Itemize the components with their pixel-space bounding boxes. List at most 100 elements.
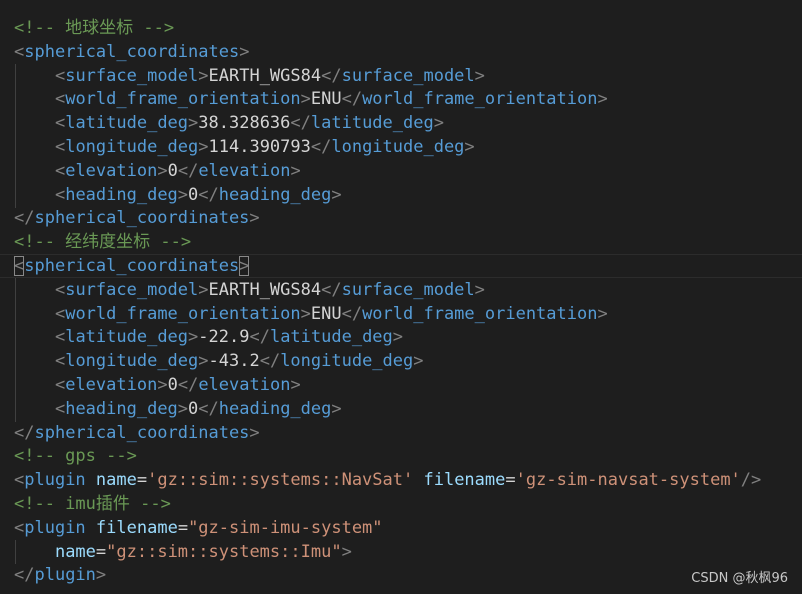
code-token-attr: name [95, 470, 137, 490]
code-token-punc: </ [310, 137, 332, 157]
code-token-punc: < [54, 280, 66, 300]
code-line[interactable]: <plugin name='gz::sim::systems::NavSat' … [14, 468, 761, 492]
code-line[interactable]: </spherical_coordinates> [14, 206, 260, 230]
code-token-comment: <!-- gps --> [14, 446, 137, 466]
code-token-punc: > [474, 280, 485, 300]
code-token-punc: > [464, 137, 475, 157]
code-token-tag: latitude_deg [65, 327, 189, 347]
code-token-tag: world_frame_orientation [362, 89, 598, 109]
code-line[interactable]: <surface_model>EARTH_WGS84</surface_mode… [14, 64, 485, 88]
code-token-punc: < [14, 518, 25, 538]
code-line[interactable]: <longitude_deg>-43.2</longitude_deg> [14, 349, 424, 373]
code-token-punc: </ [259, 351, 281, 371]
code-token-tag: surface_model [65, 66, 199, 86]
code-token-punc: > [95, 565, 107, 585]
code-token-punc: < [54, 185, 66, 205]
code-token-text: 114.390793 [208, 137, 311, 157]
code-token-punc: > [290, 375, 301, 395]
code-token-tag: longitude_deg [65, 351, 199, 371]
code-token-punc: < [54, 66, 66, 86]
code-token-punc: > [341, 542, 352, 562]
code-token-punc: > [157, 375, 168, 395]
code-token-punc: > [198, 280, 209, 300]
code-token-tag: spherical_coordinates [34, 423, 250, 443]
code-token-eq: = [136, 470, 148, 490]
code-token-punc: < [54, 137, 66, 157]
code-line[interactable]: <latitude_deg>-22.9</latitude_deg> [14, 325, 403, 349]
code-token-punc: > [157, 161, 168, 181]
code-token-text: 0 [188, 185, 199, 205]
code-token-tag: spherical_coordinates [24, 256, 240, 276]
code-token-comment: <!-- 地球坐标 --> [14, 18, 175, 38]
code-token-tag: elevation [65, 161, 158, 181]
code-line[interactable]: <heading_deg>0</heading_deg> [14, 397, 342, 421]
code-token-text: 38.328636 [198, 113, 291, 133]
code-editor[interactable]: <!-- 地球坐标 --> <spherical_coordinates> <su… [0, 0, 802, 594]
code-token-punc: > [249, 423, 260, 443]
code-token-tag: longitude_deg [331, 137, 465, 157]
code-line[interactable]: <elevation>0</elevation> [14, 159, 301, 183]
code-token-tag: latitude_deg [269, 327, 393, 347]
code-line[interactable]: <!-- gps --> [14, 444, 137, 468]
code-token-tag: elevation [198, 161, 291, 181]
code-token-punc: > [188, 113, 199, 133]
code-token-punc: </ [14, 208, 35, 228]
code-token-punc: </ [177, 161, 199, 181]
code-token-punc: </ [290, 113, 311, 133]
code-line[interactable]: <world_frame_orientation>ENU</world_fram… [14, 87, 608, 111]
code-token-tag: elevation [65, 375, 158, 395]
code-line[interactable]: </spherical_coordinates> [14, 421, 260, 445]
code-token-attr: filename [95, 518, 178, 538]
code-token-punc: </ [341, 304, 363, 324]
code-token-text: -43.2 [208, 351, 260, 371]
code-line[interactable]: <latitude_deg>38.328636</latitude_deg> [14, 111, 444, 135]
code-token-punc: < [54, 399, 66, 419]
code-line[interactable]: <spherical_coordinates> [14, 40, 249, 64]
code-token-text: ENU [310, 89, 342, 109]
code-token-tag: surface_model [341, 280, 475, 300]
code-token-punc: < [54, 304, 66, 324]
code-token-text: 0 [167, 161, 178, 181]
code-token-comment: <!-- 经纬度坐标 --> [14, 232, 192, 252]
code-token-tag: spherical_coordinates [24, 42, 240, 62]
code-token-tag: latitude_deg [310, 113, 434, 133]
code-line[interactable]: <surface_model>EARTH_WGS84</surface_mode… [14, 278, 485, 302]
code-line[interactable]: <!-- 地球坐标 --> [14, 16, 174, 40]
code-token-text: EARTH_WGS84 [208, 66, 322, 86]
code-token-tag: plugin [34, 565, 96, 585]
code-line[interactable]: <plugin filename="gz-sim-imu-system" [14, 516, 383, 540]
code-token-tag: elevation [198, 375, 291, 395]
code-token-tag: plugin [24, 470, 86, 490]
code-line[interactable]: <world_frame_orientation>ENU</world_fram… [14, 302, 608, 326]
code-token-punc: > [392, 327, 404, 347]
code-line[interactable]: <!-- imu插件 --> [14, 492, 171, 516]
code-line[interactable]: <elevation>0</elevation> [14, 373, 301, 397]
code-token-punc: > [198, 137, 209, 157]
code-token-punc: > [300, 304, 311, 324]
code-token-punc: < [14, 256, 25, 276]
code-line[interactable]: <longitude_deg>114.390793</longitude_deg… [14, 135, 475, 159]
code-token-text: 0 [167, 375, 178, 395]
code-token-punc: > [413, 351, 424, 371]
code-line[interactable]: </plugin> [14, 563, 106, 587]
code-line[interactable]: <!-- 经纬度坐标 --> [14, 230, 191, 254]
code-token-eq: = [95, 542, 107, 562]
code-token-attr: name [54, 542, 96, 562]
code-line[interactable]: <spherical_coordinates> [14, 254, 250, 278]
code-token-punc: < [54, 375, 66, 395]
code-token-punc: > [474, 66, 485, 86]
code-token-tag: spherical_coordinates [34, 208, 250, 228]
code-line[interactable]: name="gz::sim::systems::Imu"> [14, 540, 352, 564]
code-token-punc: > [239, 256, 250, 276]
code-line[interactable]: <heading_deg>0</heading_deg> [14, 183, 342, 207]
code-token-punc: </ [177, 375, 199, 395]
code-token-tag: plugin [24, 518, 86, 538]
